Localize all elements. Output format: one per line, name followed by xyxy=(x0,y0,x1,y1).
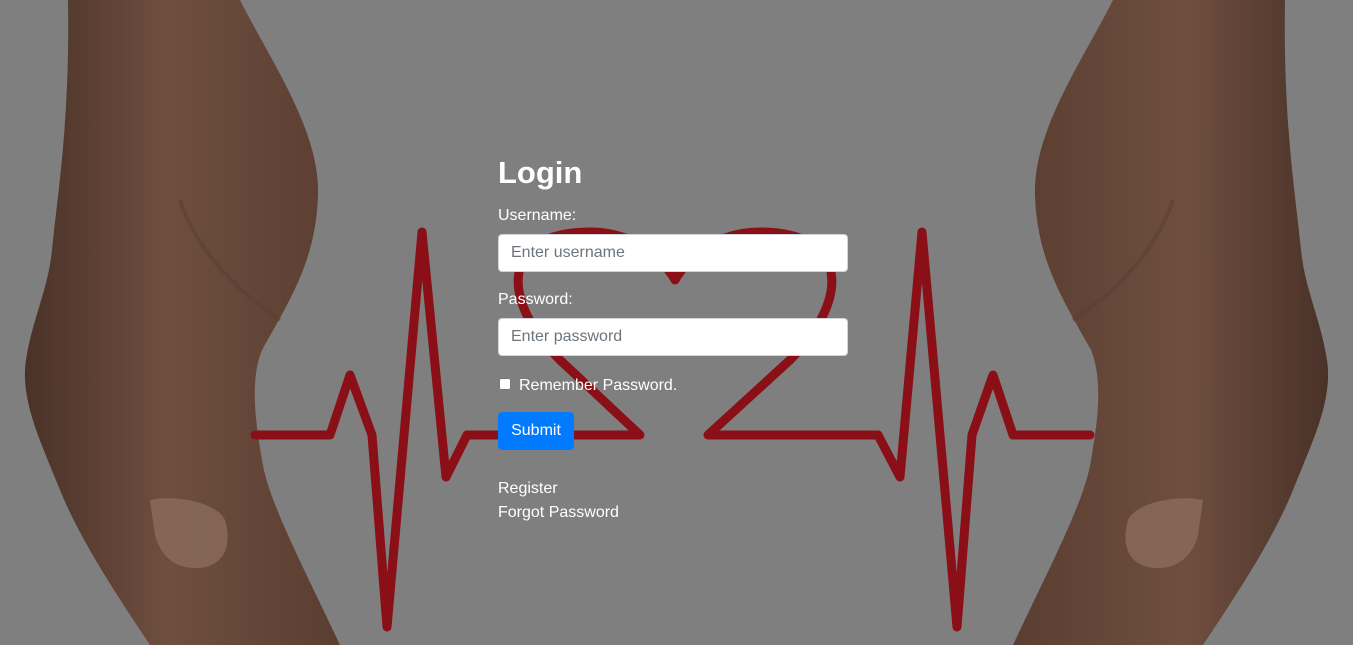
password-input[interactable] xyxy=(498,318,848,356)
forgot-password-link[interactable]: Forgot Password xyxy=(498,501,848,525)
password-label: Password: xyxy=(498,291,573,308)
auth-links: Register Forgot Password xyxy=(498,477,848,525)
remember-password-checkbox[interactable] xyxy=(499,378,511,390)
login-form: Login Username: Password: Remember Passw… xyxy=(498,152,848,525)
register-link[interactable]: Register xyxy=(498,477,848,501)
username-input[interactable] xyxy=(498,234,848,272)
login-title: Login xyxy=(498,155,583,190)
submit-button[interactable]: Submit xyxy=(498,412,574,450)
remember-row: Remember Password. xyxy=(498,376,848,396)
remember-password-label: Remember Password. xyxy=(519,377,678,394)
username-label: Username: xyxy=(498,207,577,224)
